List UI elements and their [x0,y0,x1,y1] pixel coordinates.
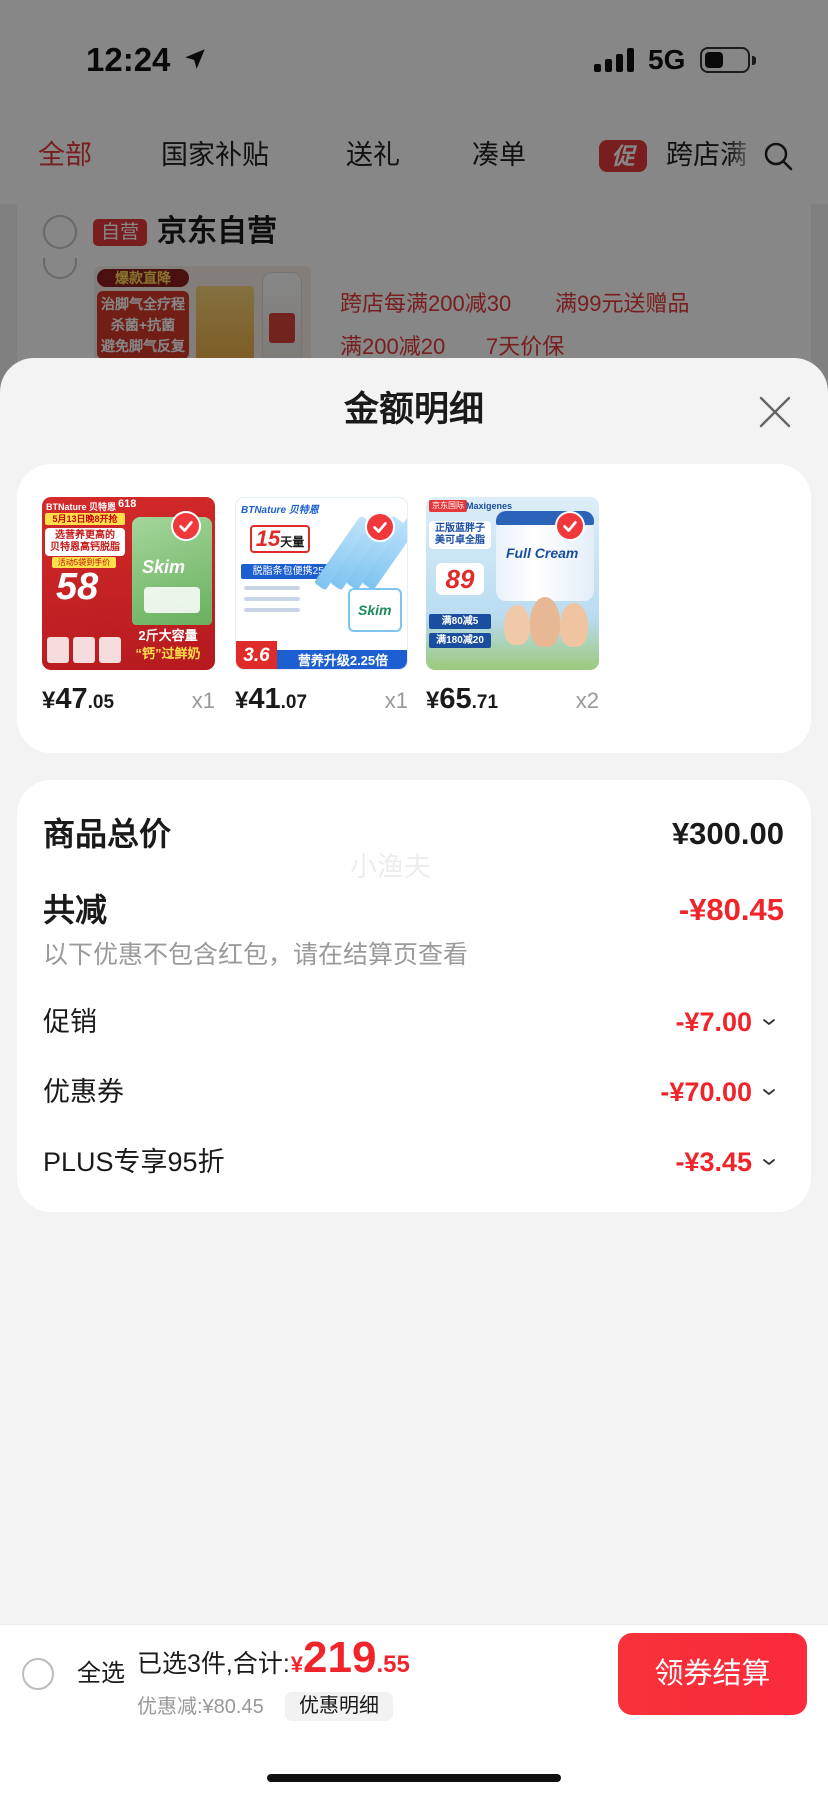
image-badge: 京东国际 [429,500,467,512]
discount-detail-button[interactable]: 优惠明细 [285,1692,393,1721]
selected-items-card: BTNature 贝特恩 618 5月13日晚8开抢 选营养更高的 贝特恩高钙脱… [17,464,811,753]
item-quantity: x2 [575,688,599,713]
selected-item: 京东国际 Maxigenes 正版蓝胖子 美可卓全脂 89 满80减5 满180… [426,497,599,727]
checkmark-icon [555,511,585,541]
item-price: ¥ 47 .05 x1 [42,683,215,715]
chevron-down-icon[interactable] [762,1157,776,1167]
promotion-row[interactable]: 促销 -¥7.00 [43,1004,776,1040]
image-date-text: 5月13日晚8开抢 [45,513,125,525]
image-brand-text: BTNature 贝特恩 [46,502,117,512]
image-brand-text: BTNature 贝特恩 [241,505,319,516]
image-price: 3.6 [236,641,277,669]
checkmark-icon [365,512,395,542]
select-all-label[interactable]: 全选 [77,1659,125,1689]
coupon-row[interactable]: 优惠券 -¥70.00 [43,1074,776,1110]
total-label: 商品总价 [43,816,172,852]
watermark: 小渔夫 [350,852,431,882]
total-value: ¥300.00 [671,816,784,851]
discount-label: 共减 [43,892,108,928]
product-image[interactable]: BTNature 贝特恩 15 天量 脱脂条包便携25g Skim 3.6 营养… [235,497,408,670]
image-headline: 正版蓝胖子 美可卓全脂 [429,521,491,549]
selected-item: BTNature 贝特恩 618 5月13日晚8开抢 选营养更高的 贝特恩高钙脱… [42,497,215,727]
plus-discount-row[interactable]: PLUS专享95折 -¥3.45 [43,1144,776,1180]
image-price: 89 [436,563,484,595]
image-footer: 2斤大容量 “钙”过鲜奶 [135,628,201,661]
image-footer: 营养升级2.25倍 [277,650,407,669]
item-quantity: x1 [384,688,408,713]
checkout-bar: 全选 已选3件,合计: ¥ 219 .55 优惠减:¥80.45 优惠明细 领券… [0,1624,828,1796]
product-image[interactable]: 京东国际 Maxigenes 正版蓝胖子 美可卓全脂 89 满80减5 满180… [426,497,599,670]
item-price: ¥ 41 .07 x1 [235,683,408,715]
jar-shape: Skim [348,588,402,632]
checkmark-icon [171,511,201,541]
image-promo: 满80减5 [429,614,491,629]
selected-item: BTNature 贝特恩 15 天量 脱脂条包便携25g Skim 3.6 营养… [235,497,408,727]
total-row: 商品总价 ¥300.00 [43,814,784,854]
chevron-down-icon[interactable] [762,1087,776,1097]
amount-detail-sheet: 金额明细 BTNature 贝特恩 618 5月13日晚8开抢 选营养更高的 贝… [0,358,828,1796]
discount-note: 以下优惠不包含红包，请在结算页查看 [43,941,469,969]
discount-summary: 优惠减:¥80.45 [137,1696,264,1718]
select-all-checkbox[interactable] [22,1658,54,1690]
discount-row: 共减 -¥80.45 [43,890,784,930]
chevron-down-icon[interactable] [762,1017,776,1027]
image-headline: 选营养更高的 贝特恩高钙脱脂 [45,528,125,556]
item-price: ¥ 65 .71 x2 [426,683,599,715]
checkout-button[interactable]: 领券结算 [618,1633,807,1715]
image-event-text: 618 [118,498,137,510]
sheet-title: 金额明细 [343,390,484,429]
home-indicator [267,1774,561,1782]
discount-value: -¥80.45 [678,892,784,927]
image-price: 58 [56,566,99,608]
close-icon[interactable] [758,395,792,429]
price-summary-card: 商品总价 ¥300.00 小渔夫 共减 -¥80.45 以下优惠不包含红包，请在… [17,780,811,1212]
image-promo: 满180减20 [429,633,491,648]
image-headline: 15 天量 [250,525,310,553]
product-image[interactable]: BTNature 贝特恩 618 5月13日晚8开抢 选营养更高的 贝特恩高钙脱… [42,497,215,670]
cart-total: 已选3件,合计: ¥ 219 .55 [137,1633,410,1682]
item-quantity: x1 [191,688,215,713]
